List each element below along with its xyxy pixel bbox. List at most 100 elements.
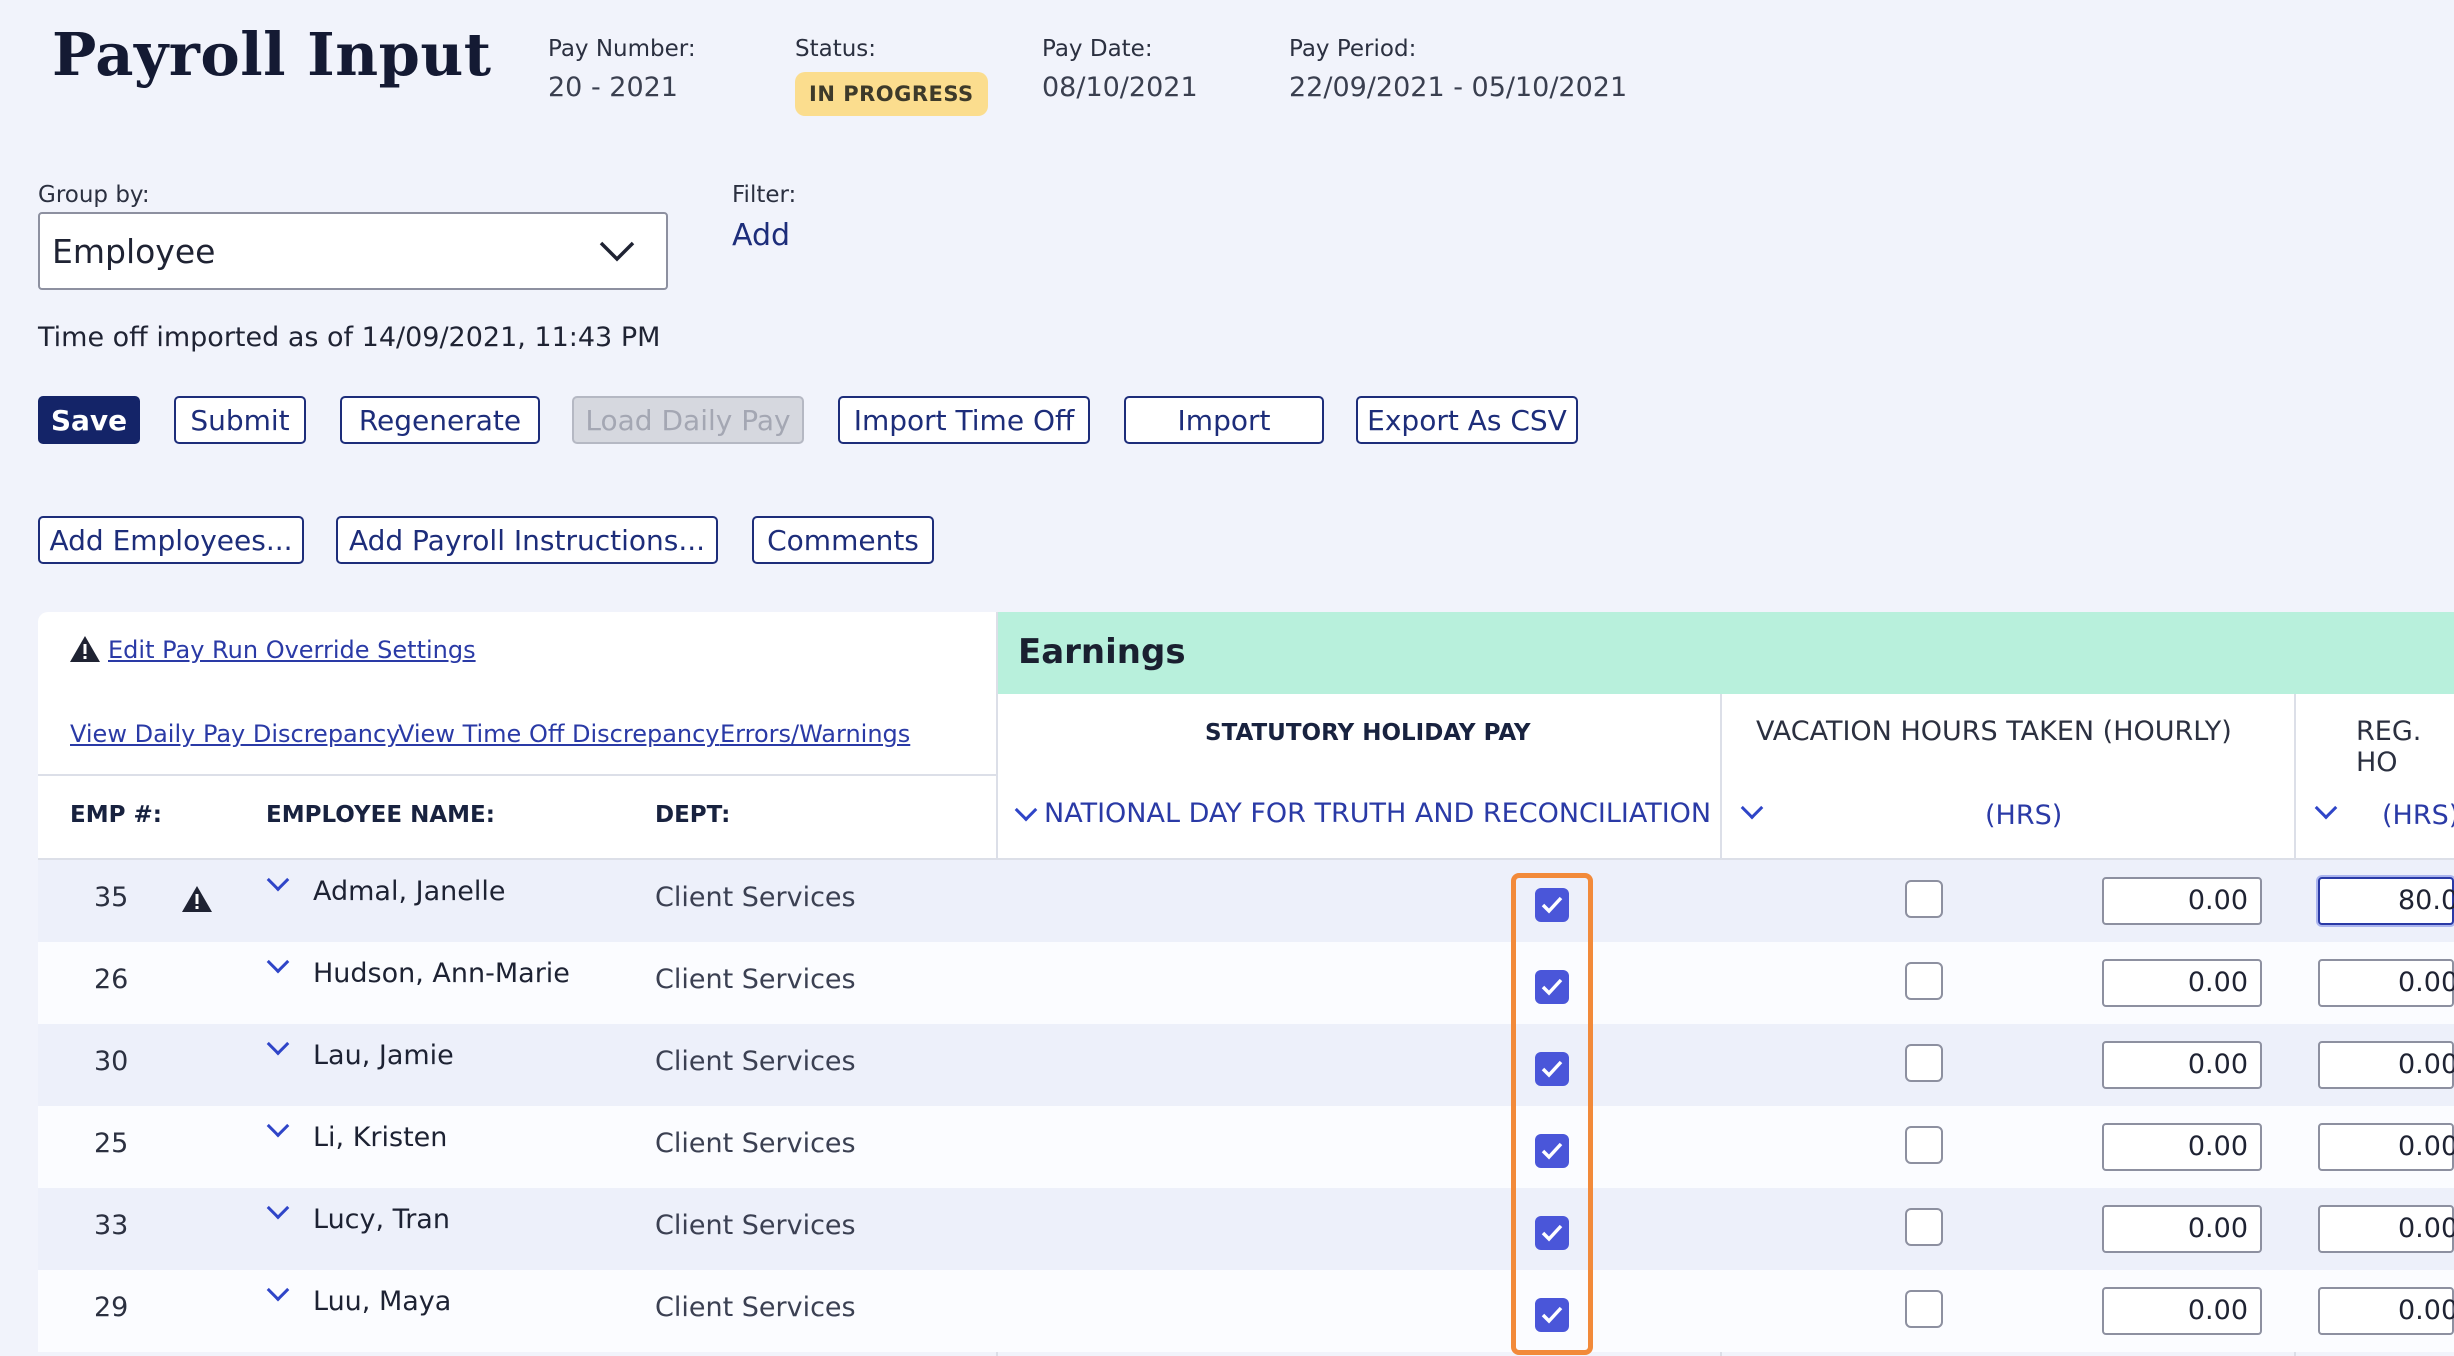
emp-number: 26 [94, 964, 129, 995]
table-row: 26 Hudson, Ann-Marie Client Services 0.00 0.… [38, 942, 2454, 1024]
reg-hours-subtitle: (HRS) [2382, 800, 2454, 831]
employee-name[interactable]: Lau, Jamie [313, 1040, 454, 1071]
pay-date-value: 08/10/2021 [1042, 72, 1198, 103]
expand-chevron-icon[interactable] [266, 1278, 290, 1302]
dept: Client Services [655, 1210, 856, 1241]
table-row: 25 Li, Kristen Client Services 0.00 0.00 [38, 1106, 2454, 1188]
expand-chevron-icon[interactable] [266, 868, 290, 892]
dept: Client Services [655, 1046, 856, 1077]
pay-number-label: Pay Number: [548, 36, 696, 62]
vacation-checkbox[interactable] [1905, 1126, 1943, 1164]
warning-icon [70, 636, 100, 662]
col-header-employee-name: EMPLOYEE NAME: [266, 802, 495, 828]
time-off-import-note: Time off imported as of 14/09/2021, 11:4… [38, 322, 661, 353]
expand-chevron-icon[interactable] [266, 1196, 290, 1220]
chevron-down-icon [1014, 798, 1038, 821]
vacation-checkbox[interactable] [1905, 1044, 1943, 1082]
vacation-hours-input[interactable]: 0.00 [2102, 959, 2262, 1007]
load-daily-pay-button[interactable]: Load Daily Pay [572, 396, 804, 444]
vacation-hours-input[interactable]: 0.00 [2102, 1205, 2262, 1253]
import-time-off-button[interactable]: Import Time Off [838, 396, 1090, 444]
pay-date-block: Pay Date: 08/10/2021 [1042, 36, 1198, 103]
stat-holiday-subheader[interactable]: NATIONAL DAY FOR TRUTH AND RECONCILIATIO… [1014, 798, 1712, 829]
earnings-column-headers [996, 694, 2454, 860]
reg-hours-input[interactable]: 80.00 [2318, 877, 2454, 925]
add-employees-button[interactable]: Add Employees... [38, 516, 304, 564]
pay-date-label: Pay Date: [1042, 36, 1153, 62]
vacation-subtitle: (HRS) [1985, 800, 2063, 831]
status-badge: IN PROGRESS [795, 72, 988, 116]
employee-name[interactable]: Admal, Janelle [313, 876, 506, 907]
status-block: Status: IN PROGRESS [795, 36, 988, 116]
table-row: 30 Lau, Jamie Client Services 0.00 0.00 [38, 1024, 2454, 1106]
employee-name[interactable]: Luu, Maya [313, 1286, 451, 1317]
employee-name[interactable]: Li, Kristen [313, 1122, 447, 1153]
pay-period-label: Pay Period: [1289, 36, 1417, 62]
stat-holiday-subtitle: NATIONAL DAY FOR TRUTH AND RECONCILIATIO… [1044, 798, 1712, 829]
group-by-select[interactable]: Employee [38, 212, 668, 290]
edit-override-settings-link[interactable]: Edit Pay Run Override Settings [108, 636, 476, 664]
page-title: Payroll Input [52, 20, 492, 89]
highlight-box [1511, 873, 1593, 1355]
vacation-checkbox[interactable] [1905, 962, 1943, 1000]
filter-add-link[interactable]: Add [732, 218, 790, 253]
emp-number: 33 [94, 1210, 129, 1241]
save-button[interactable]: Save [38, 396, 140, 444]
col-header-dept: DEPT: [655, 802, 731, 828]
employee-name[interactable]: Lucy, Tran [313, 1204, 450, 1235]
emp-number: 29 [94, 1292, 129, 1323]
employee-name[interactable]: Hudson, Ann-Marie [313, 958, 570, 989]
expand-chevron-icon[interactable] [266, 1114, 290, 1138]
errors-warnings-link[interactable]: Errors/Warnings [720, 720, 910, 748]
vacation-checkbox[interactable] [1905, 1290, 1943, 1328]
dept: Client Services [655, 1128, 856, 1159]
comments-button[interactable]: Comments [752, 516, 934, 564]
col-header-emp: EMP #: [70, 802, 162, 828]
expand-chevron-icon[interactable] [266, 950, 290, 974]
view-daily-pay-discrepancy-link[interactable]: View Daily Pay Discrepancy [70, 720, 400, 748]
vacation-hours-input[interactable]: 0.00 [2102, 1123, 2262, 1171]
vacation-checkbox[interactable] [1905, 1208, 1943, 1246]
table-row: 35 Admal, Janelle Client Services 0.00 80.00 [38, 860, 2454, 942]
dept: Client Services [655, 964, 856, 995]
reg-hours-input[interactable]: 0.00 [2318, 1041, 2454, 1089]
add-payroll-instructions-button[interactable]: Add Payroll Instructions... [336, 516, 718, 564]
vacation-hours-input[interactable]: 0.00 [2102, 1041, 2262, 1089]
export-csv-button[interactable]: Export As CSV [1356, 396, 1578, 444]
col-header-vacation: VACATION HOURS TAKEN (HOURLY) [1756, 716, 2232, 747]
reg-hours-input[interactable]: 0.00 [2318, 1205, 2454, 1253]
pay-number-block: Pay Number: 20 - 2021 [548, 36, 696, 103]
status-label: Status: [795, 36, 877, 62]
warning-icon[interactable] [180, 884, 214, 914]
table-row: 29 Luu, Maya Client Services 0.00 0.00 [38, 1270, 2454, 1352]
reg-hours-input[interactable]: 0.00 [2318, 1287, 2454, 1335]
earnings-section-header [996, 612, 2454, 694]
group-by-value: Employee [52, 231, 216, 271]
col-header-reg-hours: REG. HO [2356, 716, 2422, 778]
dept: Client Services [655, 1292, 856, 1323]
table-row: 33 Lucy, Tran Client Services 0.00 0.00 [38, 1188, 2454, 1270]
emp-number: 25 [94, 1128, 129, 1159]
earnings-title: Earnings [1018, 632, 1186, 672]
reg-hours-input[interactable]: 0.00 [2318, 959, 2454, 1007]
emp-number: 35 [94, 882, 129, 913]
dept: Client Services [655, 882, 856, 913]
import-button[interactable]: Import [1124, 396, 1324, 444]
vacation-checkbox[interactable] [1905, 880, 1943, 918]
header-divider [38, 774, 996, 776]
reg-hours-input[interactable]: 0.00 [2318, 1123, 2454, 1171]
regenerate-button[interactable]: Regenerate [340, 396, 540, 444]
emp-number: 30 [94, 1046, 129, 1077]
group-by-label: Group by: [38, 182, 150, 208]
vacation-hours-input[interactable]: 0.00 [2102, 1287, 2262, 1335]
pay-period-value: 22/09/2021 - 05/10/2021 [1289, 72, 1628, 103]
pay-period-block: Pay Period: 22/09/2021 - 05/10/2021 [1289, 36, 1627, 103]
filter-label: Filter: [732, 182, 797, 208]
view-time-off-discrepancy-link[interactable]: View Time Off Discrepancy [398, 720, 720, 748]
vacation-hours-input[interactable]: 0.00 [2102, 877, 2262, 925]
submit-button[interactable]: Submit [174, 396, 306, 444]
chevron-down-icon [599, 241, 635, 262]
col-header-stat-holiday: STATUTORY HOLIDAY PAY [1205, 720, 1531, 746]
pay-number-value: 20 - 2021 [548, 72, 678, 103]
expand-chevron-icon[interactable] [266, 1032, 290, 1056]
